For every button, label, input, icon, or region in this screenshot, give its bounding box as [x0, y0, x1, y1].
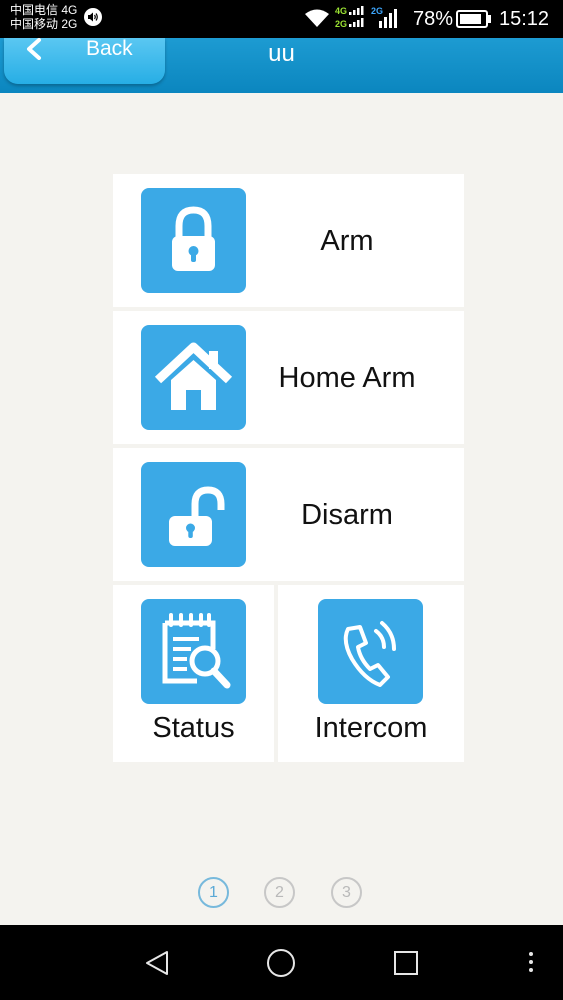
net-label-top: 4G	[335, 6, 347, 16]
disarm-button[interactable]: Disarm	[113, 448, 464, 581]
home-arm-button[interactable]: Home Arm	[113, 311, 464, 444]
battery-icon	[456, 10, 492, 33]
page-indicator-2[interactable]: 2	[264, 877, 295, 908]
system-nav-bar	[0, 925, 563, 1000]
intercom-label: Intercom	[314, 712, 428, 744]
signal-icon: 4G 2G 2G	[335, 5, 407, 36]
nav-home-icon[interactable]	[266, 948, 296, 983]
notepad-search-icon	[141, 599, 246, 704]
lock-closed-icon	[141, 188, 246, 293]
home-arm-label: Home Arm	[278, 362, 416, 394]
overflow-menu-icon[interactable]	[527, 951, 535, 978]
net-label-bottom: 2G	[335, 19, 347, 29]
nav-recents-icon[interactable]	[393, 950, 419, 981]
intercom-button[interactable]: Intercom	[278, 585, 464, 762]
carrier-2-label: 中国移动 2G	[10, 17, 78, 31]
net-label-right: 2G	[371, 6, 383, 16]
wifi-icon	[304, 8, 330, 33]
disarm-label: Disarm	[301, 499, 393, 531]
arm-label: Arm	[320, 225, 374, 257]
page-indicator-1[interactable]: 1	[198, 877, 229, 908]
speaker-icon	[84, 8, 102, 26]
arm-button[interactable]: Arm	[113, 174, 464, 307]
status-button[interactable]: Status	[113, 585, 274, 762]
status-bar: 中国电信 4G 中国移动 2G 4G 2G 2G 78% 15:12	[0, 0, 563, 38]
page-indicator-3[interactable]: 3	[331, 877, 362, 908]
carrier-1-label: 中国电信 4G	[10, 3, 78, 17]
page-title: uu	[268, 40, 295, 67]
lock-open-icon	[141, 462, 246, 567]
battery-percent: 78%	[413, 8, 454, 30]
clock: 15:12	[499, 8, 550, 30]
phone-icon	[318, 599, 423, 704]
nav-back-icon[interactable]	[143, 949, 171, 982]
status-label: Status	[152, 712, 235, 744]
house-icon	[141, 325, 246, 430]
app-header: Back uu	[0, 38, 563, 93]
